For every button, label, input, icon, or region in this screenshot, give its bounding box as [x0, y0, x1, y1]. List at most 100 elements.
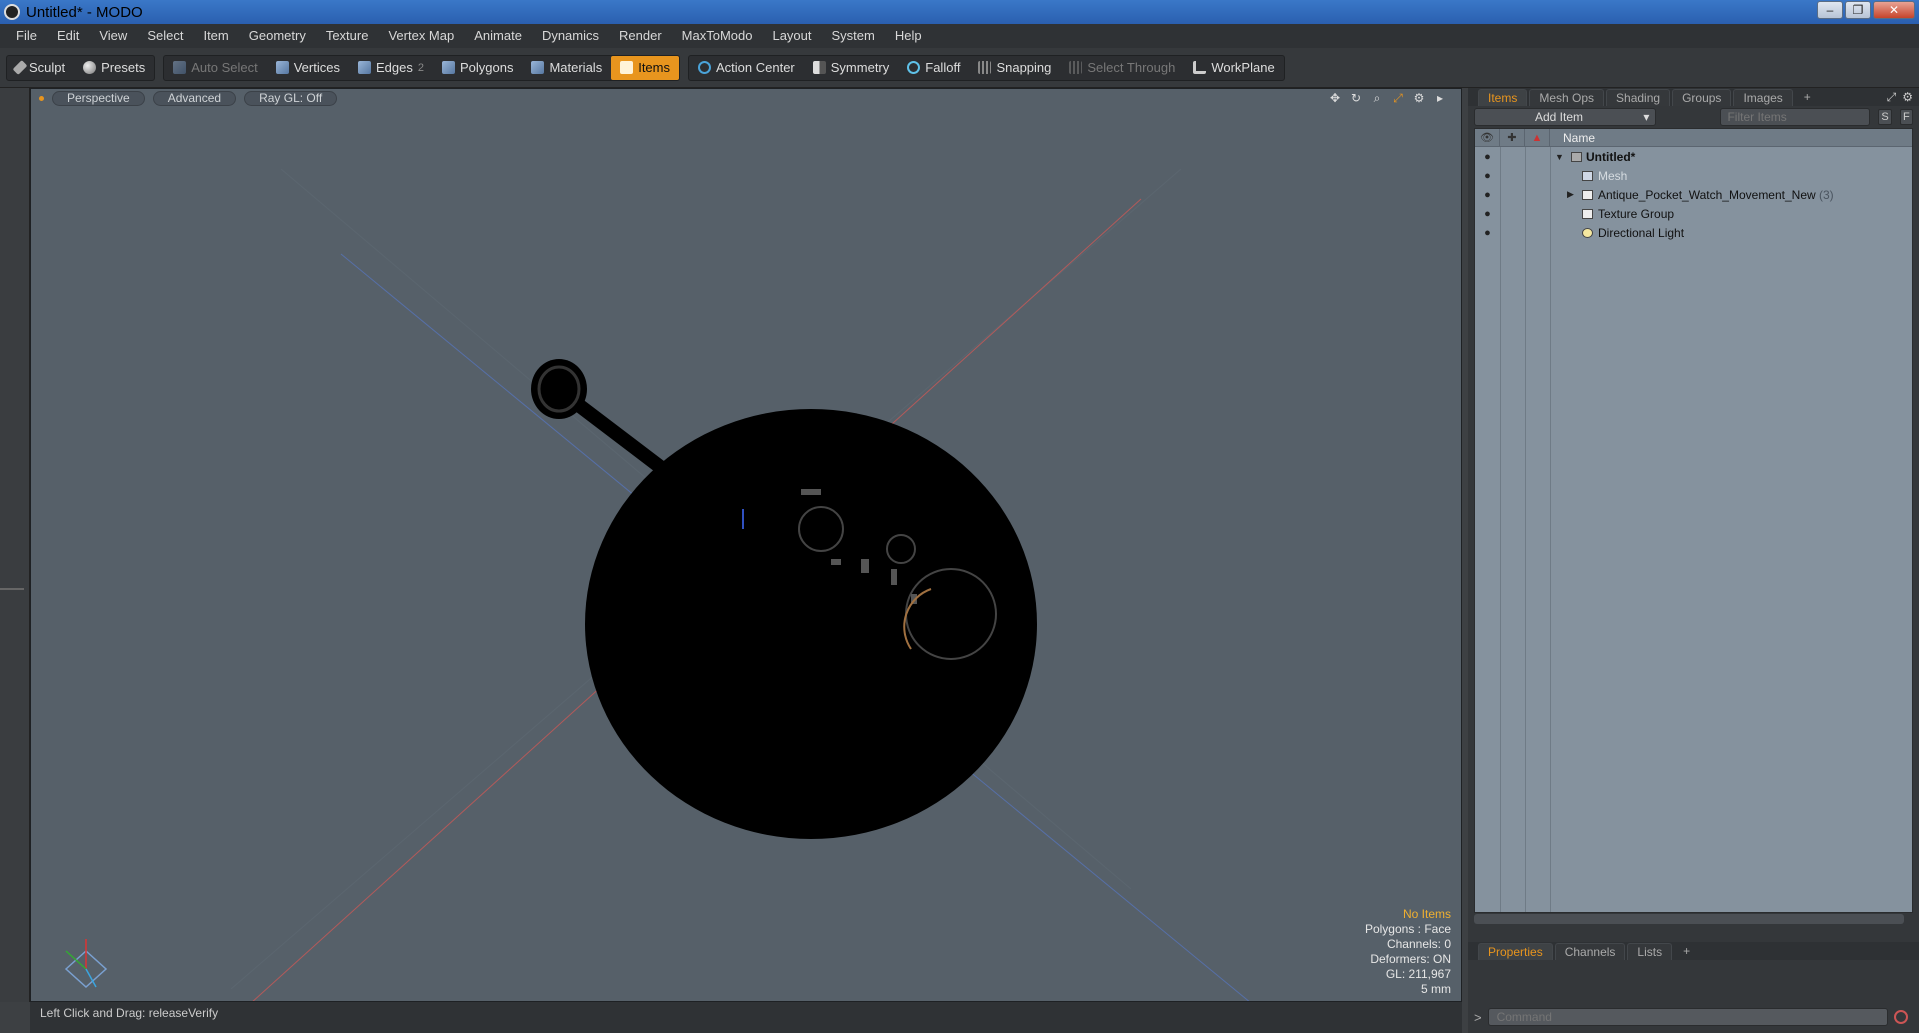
tab-properties[interactable]: Properties [1478, 942, 1553, 960]
tab-shading[interactable]: Shading [1606, 88, 1671, 106]
edges-button[interactable]: Edges 2 [349, 56, 433, 80]
minimize-button[interactable]: – [1817, 1, 1843, 19]
f-button[interactable]: F [1899, 109, 1913, 125]
menu-geometry[interactable]: Geometry [239, 24, 316, 48]
menu-dynamics[interactable]: Dynamics [532, 24, 609, 48]
rotate-icon[interactable]: ↻ [1349, 91, 1363, 105]
info-channels: Channels: 0 [1386, 937, 1451, 951]
maximize-panel-icon[interactable]: ⤢ [1887, 90, 1897, 105]
axis-gizmo [64, 939, 108, 989]
menu-layout[interactable]: Layout [762, 24, 821, 48]
tab-lists[interactable]: Lists [1627, 942, 1673, 960]
filter-items-input[interactable] [1720, 108, 1871, 126]
perspective-dropdown[interactable]: Perspective [52, 90, 145, 106]
menu-item[interactable]: Item [193, 24, 238, 48]
tools-group: Action Center Symmetry Falloff Snapping … [688, 54, 1285, 81]
tree-row-watch-movement[interactable]: ● ▶ Antique_Pocket_Watch_Movement_New (3… [1475, 185, 1912, 204]
zoom-icon[interactable]: ⌕ [1370, 91, 1384, 105]
scene-icon [1571, 151, 1582, 162]
workplane-button[interactable]: WorkPlane [1184, 56, 1283, 80]
eye-icon[interactable]: ● [1475, 189, 1500, 201]
symmetry-icon [812, 61, 826, 74]
action-center-button[interactable]: Action Center [689, 56, 804, 80]
items-button[interactable]: Items [611, 55, 679, 80]
menu-texture[interactable]: Texture [316, 24, 379, 48]
watch-body [585, 409, 1037, 839]
s-button[interactable]: S [1878, 109, 1892, 125]
tab-mesh-ops[interactable]: Mesh Ops [1529, 88, 1605, 106]
eye-icon[interactable]: ● [1475, 208, 1500, 220]
menu-edit[interactable]: Edit [47, 24, 89, 48]
3d-viewport[interactable]: Perspective Advanced Ray GL: Off ✥ ↻ ⌕ ⤢… [30, 88, 1462, 1002]
render-column-icon[interactable]: ▲ [1525, 128, 1550, 147]
presets-button[interactable]: Presets [74, 56, 154, 80]
add-item-button[interactable]: Add Item ▾ [1474, 108, 1657, 126]
auto-select-icon [173, 61, 187, 74]
settings-icon[interactable]: ⚙ [1412, 91, 1426, 105]
auto-select-button[interactable]: Auto Select [164, 56, 267, 80]
eye-icon[interactable]: ● [1475, 227, 1500, 239]
collapse-arrow-icon[interactable]: ▼ [1555, 152, 1564, 162]
sculpt-button[interactable]: Sculpt [7, 56, 74, 80]
group-icon [1582, 189, 1593, 200]
advanced-dropdown[interactable]: Advanced [152, 90, 237, 106]
menu-file[interactable]: File [6, 24, 47, 48]
brush-icon [12, 60, 28, 75]
close-button[interactable]: ✕ [1873, 1, 1915, 19]
add-tab-button[interactable]: + [1795, 89, 1820, 105]
snapping-button[interactable]: Snapping [969, 56, 1060, 80]
light-icon [1582, 227, 1593, 238]
chevron-down-icon: ▾ [1643, 110, 1650, 124]
menu-render[interactable]: Render [609, 24, 672, 48]
menu-system[interactable]: System [822, 24, 885, 48]
info-polygons: Polygons : Face [1364, 922, 1451, 936]
items-tree: 👁 ✚ ▲ Name ● ▼ Untitled* ● Mesh ● ▶ Anti… [1474, 128, 1913, 913]
symmetry-button[interactable]: Symmetry [804, 56, 899, 80]
viewport-scene [64, 168, 1250, 1001]
expand-arrow-icon[interactable]: ▸ [1433, 91, 1447, 105]
menu-select[interactable]: Select [137, 24, 193, 48]
select-through-button[interactable]: Select Through [1060, 56, 1184, 80]
tab-images[interactable]: Images [1733, 88, 1793, 106]
tree-row-mesh[interactable]: ● Mesh [1475, 166, 1912, 185]
info-gl: GL: 211,967 [1385, 967, 1451, 981]
maximize-button[interactable]: ❐ [1845, 1, 1871, 19]
lock-column-icon[interactable]: ✚ [1500, 128, 1525, 147]
polygons-button[interactable]: Polygons [433, 56, 522, 80]
left-strip-handle[interactable] [0, 588, 24, 590]
tab-groups[interactable]: Groups [1672, 88, 1732, 106]
polygons-icon [441, 61, 455, 74]
tab-channels[interactable]: Channels [1554, 942, 1626, 960]
tree-row-texture-group[interactable]: ● Texture Group [1475, 204, 1912, 223]
tree-row-directional-light[interactable]: ● Directional Light [1475, 223, 1912, 242]
vertices-button[interactable]: Vertices [267, 56, 349, 80]
tree-row-untitled[interactable]: ● ▼ Untitled* [1475, 147, 1912, 166]
fit-icon[interactable]: ⤢ [1391, 91, 1405, 105]
menu-animate[interactable]: Animate [464, 24, 532, 48]
raygl-dropdown[interactable]: Ray GL: Off [244, 90, 338, 106]
tab-items[interactable]: Items [1478, 88, 1528, 106]
expand-arrow-icon[interactable]: ▶ [1567, 189, 1574, 200]
col-divider [1500, 147, 1501, 912]
falloff-button[interactable]: Falloff [898, 56, 969, 80]
items-add-row: Add Item ▾ S F [1468, 106, 1919, 128]
name-column-header[interactable]: Name [1563, 131, 1595, 145]
pan-icon[interactable]: ✥ [1328, 91, 1342, 105]
menu-help[interactable]: Help [885, 24, 932, 48]
command-stop-icon[interactable] [1893, 1010, 1908, 1024]
command-input[interactable] [1487, 1008, 1888, 1026]
panel-settings-icon[interactable]: ⚙ [1902, 90, 1913, 105]
menu-vertex-map[interactable]: Vertex Map [378, 24, 464, 48]
properties-panel: Properties Channels Lists + [1468, 942, 1919, 960]
tree-horizontal-scrollbar[interactable] [1474, 914, 1904, 924]
items-icon [620, 61, 634, 74]
eye-icon[interactable]: ● [1475, 170, 1500, 182]
visibility-column-icon[interactable]: 👁 [1475, 128, 1500, 147]
eye-icon[interactable]: ● [1475, 151, 1500, 163]
materials-button[interactable]: Materials [522, 56, 611, 80]
texture-group-icon [1582, 208, 1593, 219]
select-through-icon [1069, 61, 1083, 74]
menu-maxtomodo[interactable]: MaxToModo [672, 24, 763, 48]
menu-view[interactable]: View [89, 24, 137, 48]
add-props-tab-button[interactable]: + [1674, 943, 1699, 959]
